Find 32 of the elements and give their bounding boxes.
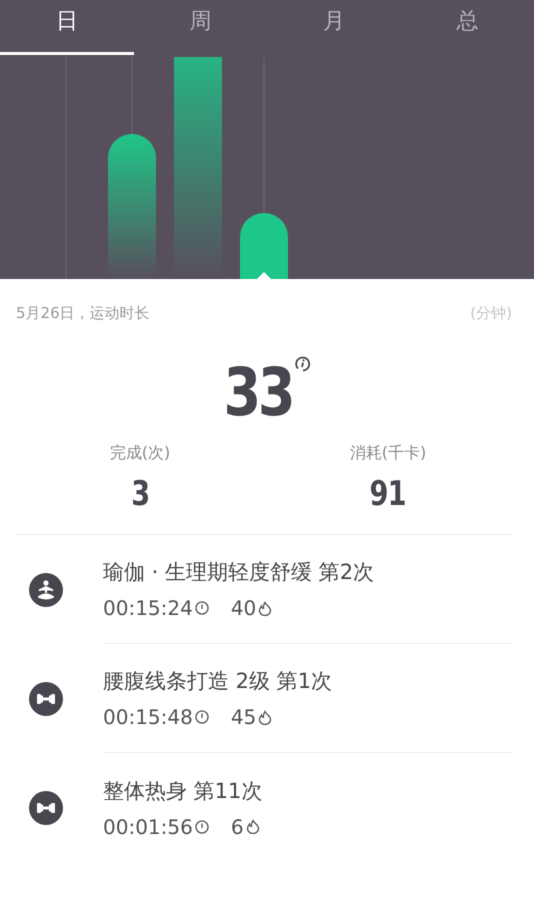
clock-icon xyxy=(194,820,209,834)
stat-value: 3 xyxy=(130,474,150,514)
stat-label: 消耗(千卡) xyxy=(350,443,426,464)
dumbbell-icon xyxy=(29,682,63,716)
activity-title: 瑜伽 · 生理期轻度舒缓 第2次 xyxy=(103,559,376,586)
info-icon[interactable] xyxy=(294,355,312,373)
pointer-icon xyxy=(257,272,271,279)
tab[interactable]: 总 xyxy=(400,0,534,55)
duration-text: 00:15:48 xyxy=(103,705,193,729)
total-duration: 33 xyxy=(224,353,292,433)
clock-icon xyxy=(194,710,209,724)
chart-bar[interactable] xyxy=(240,213,288,279)
activity-title: 腰腹线条打造 2级 第1次 xyxy=(103,668,334,695)
meditation-icon xyxy=(29,572,63,606)
date-label: 5月26日，运动时长 xyxy=(16,304,150,323)
tab[interactable]: 日 xyxy=(0,0,134,55)
stat-label: 完成(次) xyxy=(110,443,170,464)
dumbbell-icon xyxy=(29,790,63,824)
flame-icon xyxy=(258,600,272,616)
stat-value: 91 xyxy=(370,474,406,514)
unit-label: (分钟) xyxy=(470,304,512,323)
clock-icon xyxy=(194,601,209,615)
duration-text: 00:01:56 xyxy=(103,814,193,838)
calories-text: 6 xyxy=(230,814,244,838)
activity-title: 整体热身 第11次 xyxy=(103,778,264,804)
calories-text: 40 xyxy=(230,596,256,620)
duration-text: 00:15:24 xyxy=(103,596,193,620)
flame-icon xyxy=(246,819,260,834)
tab[interactable]: 月 xyxy=(267,0,400,55)
flame-icon xyxy=(258,710,272,724)
calories-text: 45 xyxy=(230,705,256,729)
tab[interactable]: 周 xyxy=(134,0,267,55)
